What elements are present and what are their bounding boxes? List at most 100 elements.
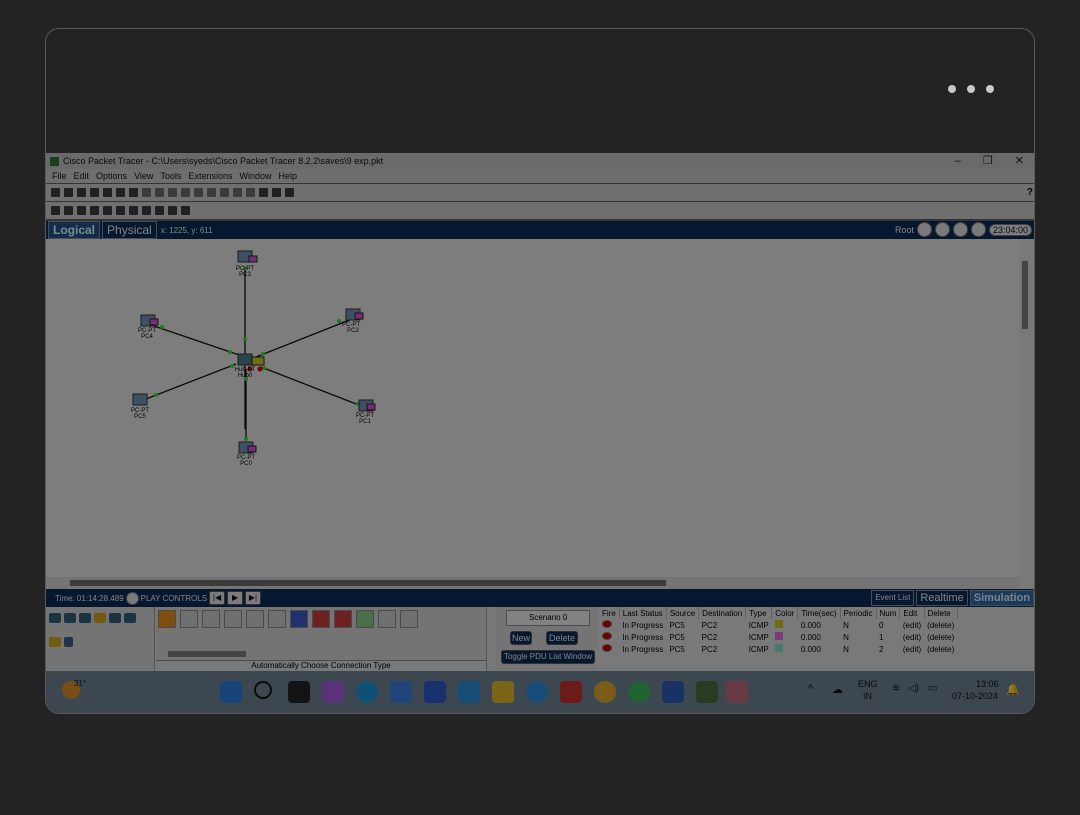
menu-help[interactable]: Help [278,171,297,181]
freeform-icon[interactable] [155,206,164,215]
horizontal-scrollbar[interactable] [46,577,1019,589]
back-icon[interactable] [916,222,932,237]
minimize-button[interactable]: – [955,153,961,169]
fire-icon[interactable] [602,620,612,628]
delete-scenario-button[interactable]: Delete [546,631,578,645]
horizontal-scroll-thumb[interactable] [70,580,666,586]
auto-connection-icon[interactable] [158,610,176,628]
toggle-pdu-list-button[interactable]: Toggle PDU List Window [501,650,595,664]
fire-icon[interactable] [602,632,612,640]
vertical-scrollbar[interactable] [1019,239,1034,589]
crossover-cable-icon[interactable] [224,610,242,628]
serial-dce-icon[interactable] [312,610,330,628]
link-pc5[interactable] [145,363,237,400]
command-log-icon[interactable] [272,188,281,197]
chevron-up-icon[interactable]: ^ [808,683,813,695]
mahjong-icon[interactable] [458,681,480,703]
onedrive-icon[interactable]: ☁ [832,683,843,696]
menu-file[interactable]: File [52,171,67,181]
pdu-row[interactable]: In Progress PC5 PC2 ICMP 0.000 N 1 (edit… [599,631,957,643]
pdu-delete-link[interactable]: (delete) [924,619,957,631]
menu-edit[interactable]: Edit [74,171,90,181]
usb-cable-icon[interactable] [400,610,418,628]
whatsapp-icon[interactable] [726,681,748,703]
link-pc1[interactable] [260,366,365,408]
new-scenario-button[interactable]: New [510,631,532,645]
menu-view[interactable]: View [134,171,153,181]
open-file-icon[interactable] [64,188,73,197]
back-step-button[interactable]: |◀ [209,591,226,605]
restore-button[interactable]: ❐ [983,153,993,169]
connections-icon[interactable] [94,613,106,623]
resize-shape-icon[interactable] [90,206,99,215]
phone-cable-icon[interactable] [268,610,286,628]
language-line2[interactable]: IN [863,691,872,701]
draw-line-icon[interactable] [116,206,125,215]
undo-icon[interactable] [168,188,177,197]
pdu-delete-link[interactable]: (delete) [924,631,957,643]
place-note-icon[interactable] [103,206,112,215]
more-options-icon[interactable] [948,85,994,93]
pdu-row[interactable]: In Progress PC5 PC2 ICMP 0.000 N 0 (edit… [599,619,957,631]
pdu-edit-link[interactable]: (edit) [900,643,924,655]
straight-through-cable-icon[interactable] [202,610,220,628]
device-pc1[interactable]: PC-PT PC1 [356,399,376,425]
search-icon[interactable] [254,681,272,699]
help-app-icon[interactable] [526,681,548,703]
screenshot-icon[interactable] [285,188,294,197]
multiuser-icon[interactable] [124,613,136,623]
octal-cable-icon[interactable] [356,610,374,628]
delete-icon[interactable] [77,206,86,215]
console-cable-icon[interactable] [180,610,198,628]
misc-icon[interactable] [109,613,121,623]
chrome-icon[interactable] [594,681,616,703]
pdu-edit-link[interactable]: (edit) [900,631,924,643]
inspect-icon[interactable] [64,206,73,215]
file-explorer-icon[interactable] [492,681,514,703]
event-list-button[interactable]: Event List [871,590,915,606]
volume-icon[interactable]: ◁) [908,683,919,694]
fire-icon[interactable] [602,644,612,652]
pdu-row[interactable]: In Progress PC5 PC2 ICMP 0.000 N 2 (edit… [599,643,957,655]
iot-custom-cable-icon[interactable] [378,610,396,628]
scenario-select[interactable]: Scenario 0 [506,610,590,626]
cluster-icon[interactable] [934,222,950,237]
notification-bell-icon[interactable]: 🔔 [1006,683,1020,696]
coaxial-cable-icon[interactable] [290,610,308,628]
print-icon[interactable] [90,188,99,197]
zoom-out-icon[interactable] [220,188,229,197]
fiber-cable-icon[interactable] [246,610,264,628]
menu-tools[interactable]: Tools [160,171,181,181]
serial-dte-icon[interactable] [334,610,352,628]
select-icon[interactable] [51,206,60,215]
tab-physical[interactable]: Physical [102,221,157,239]
zoom-in-icon[interactable] [194,188,203,197]
forward-step-button[interactable]: ▶| [245,591,262,605]
device-pc0[interactable]: PC-PT PC0 [237,441,257,467]
components-icon[interactable] [79,613,91,623]
connections-scroll-thumb[interactable] [168,651,246,657]
start-icon[interactable] [220,681,242,703]
copy-icon[interactable] [142,188,151,197]
zoom-reset-icon[interactable] [207,188,216,197]
menu-options[interactable]: Options [96,171,127,181]
custom-devices-dialog-icon[interactable] [246,188,255,197]
chrome-profile-icon[interactable] [628,681,650,703]
draw-rectangle-icon[interactable] [129,206,138,215]
grid-icon[interactable] [64,637,73,647]
move-object-icon[interactable] [952,222,968,237]
end-devices-icon[interactable] [64,613,76,623]
clock-time[interactable]: 13:06 [976,679,999,689]
draw-ellipse-icon[interactable] [142,206,151,215]
pdu-edit-link[interactable]: (edit) [900,619,924,631]
custom-device-icon[interactable] [129,188,138,197]
device-pc3[interactable]: PC-PT PC3 [236,250,258,278]
add-simple-pdu-icon[interactable] [168,206,177,215]
mcafee-icon[interactable] [560,681,582,703]
device-hub0[interactable]: Hub-PT Hub0 [235,353,265,379]
paste-icon[interactable] [155,188,164,197]
language-line1[interactable]: ENG [858,679,878,689]
play-button[interactable]: ▶ [227,591,244,605]
device-pc5[interactable]: PC-PT PC5 [131,393,149,420]
viewport-icon[interactable] [259,188,268,197]
